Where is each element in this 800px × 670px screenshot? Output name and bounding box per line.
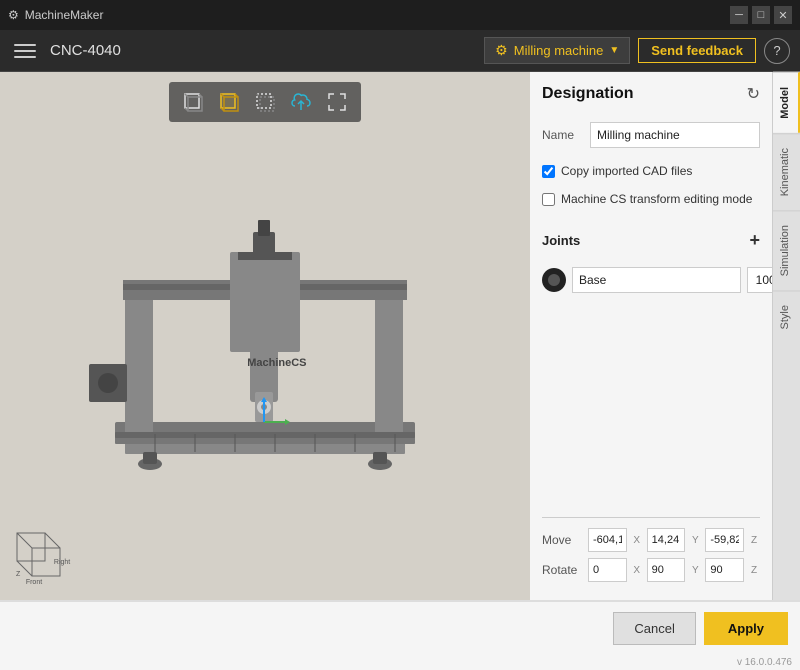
joint-row: 👁 xyxy=(542,267,760,293)
svg-text:Front: Front xyxy=(26,579,42,586)
transform-section: Move X Y Z Rotate X Y Z xyxy=(542,517,760,588)
move-label: Move xyxy=(542,533,584,547)
menubar: CNC-4040 ⚙ Milling machine ▼ Send feedba… xyxy=(0,30,800,72)
copy-cad-row: Copy imported CAD files xyxy=(542,164,760,178)
machine-selector[interactable]: ⚙ Milling machine ▼ xyxy=(484,37,630,64)
spacer xyxy=(542,303,760,507)
machine-selector-label: Milling machine xyxy=(514,43,604,58)
joint-pct-input[interactable] xyxy=(747,267,772,293)
hamburger-line xyxy=(14,44,36,46)
apply-button[interactable]: Apply xyxy=(704,612,788,645)
joint-color-indicator xyxy=(542,268,566,292)
footer: Cancel Apply v 16.0.0.476 xyxy=(0,600,800,670)
tab-model[interactable]: Model xyxy=(773,72,800,133)
name-field-row: Name xyxy=(542,122,760,148)
app-icon: ⚙ xyxy=(8,8,19,22)
rotate-row: Rotate X Y Z xyxy=(542,558,760,582)
copy-cad-checkbox[interactable] xyxy=(542,165,555,178)
machine-cs-transform-label: Machine CS transform editing mode xyxy=(561,192,752,206)
copy-cad-label: Copy imported CAD files xyxy=(561,164,692,178)
upload-cloud-button[interactable] xyxy=(285,86,317,118)
rotate-x-input[interactable] xyxy=(588,558,627,582)
joints-section-header: Joints + xyxy=(542,230,760,251)
hamburger-line xyxy=(14,56,36,58)
help-button[interactable]: ? xyxy=(764,38,790,64)
move-y-axis-label: Y xyxy=(689,535,701,546)
move-y-input[interactable] xyxy=(647,528,686,552)
joints-title: Joints xyxy=(542,233,580,248)
svg-text:Z: Z xyxy=(16,571,21,578)
rotate-y-input[interactable] xyxy=(647,558,686,582)
main-content: MachineCS Front Right Z Designation xyxy=(0,72,800,600)
project-title: CNC-4040 xyxy=(50,42,121,59)
svg-text:Right: Right xyxy=(54,559,70,566)
titlebar: ⚙ MachineMaker ─ □ ✕ xyxy=(0,0,800,30)
panel-header: Designation ↻ xyxy=(542,84,760,104)
joint-name-input[interactable] xyxy=(572,267,741,293)
version-label: v 16.0.0.476 xyxy=(0,655,800,670)
move-row: Move X Y Z xyxy=(542,528,760,552)
menubar-right: ⚙ Milling machine ▼ Send feedback ? xyxy=(484,37,790,64)
hamburger-line xyxy=(14,50,36,52)
cnc-machine-illustration xyxy=(75,192,455,512)
rotate-z-input[interactable] xyxy=(705,558,744,582)
send-feedback-button[interactable]: Send feedback xyxy=(638,38,756,63)
reset-button[interactable]: ↻ xyxy=(747,84,760,104)
move-z-input[interactable] xyxy=(705,528,744,552)
machine-cs-row: Machine CS transform editing mode xyxy=(542,192,760,206)
panel-content: Designation ↻ Name Copy imported CAD fil… xyxy=(530,72,772,600)
minimize-button[interactable]: ─ xyxy=(730,6,748,24)
add-joint-button[interactable]: + xyxy=(749,230,760,251)
name-label: Name xyxy=(542,128,582,142)
app-name: MachineMaker xyxy=(25,8,104,22)
panel-title: Designation xyxy=(542,85,634,103)
titlebar-controls: ─ □ ✕ xyxy=(730,6,792,24)
side-panel: Designation ↻ Name Copy imported CAD fil… xyxy=(530,72,800,600)
footer-buttons: Cancel Apply xyxy=(0,601,800,655)
tab-simulation[interactable]: Simulation xyxy=(773,210,800,290)
rotate-z-axis-label: Z xyxy=(748,565,760,576)
move-x-axis-label: X xyxy=(631,535,643,546)
cancel-button[interactable]: Cancel xyxy=(613,612,695,645)
titlebar-left: ⚙ MachineMaker xyxy=(8,8,103,22)
axis-indicator: Front Right Z xyxy=(12,528,72,588)
hamburger-menu[interactable] xyxy=(10,36,40,66)
dropdown-arrow-icon: ▼ xyxy=(609,45,619,56)
rotate-label: Rotate xyxy=(542,563,584,577)
restore-button[interactable]: □ xyxy=(752,6,770,24)
name-input[interactable] xyxy=(590,122,760,148)
rotate-x-axis-label: X xyxy=(631,565,643,576)
view-front-button[interactable] xyxy=(177,86,209,118)
tab-strip: Model Kinematic Simulation Style xyxy=(772,72,800,600)
tab-kinematic[interactable]: Kinematic xyxy=(773,133,800,210)
machine-cs-checkbox[interactable] xyxy=(542,193,555,206)
view-isometric-button[interactable] xyxy=(213,86,245,118)
maximize-view-button[interactable] xyxy=(321,86,353,118)
move-x-input[interactable] xyxy=(588,528,627,552)
tab-style[interactable]: Style xyxy=(773,290,800,343)
rotate-y-axis-label: Y xyxy=(689,565,701,576)
toolbar xyxy=(169,82,361,122)
view-wireframe-button[interactable] xyxy=(249,86,281,118)
close-button[interactable]: ✕ xyxy=(774,6,792,24)
machine-icon: ⚙ xyxy=(495,42,508,59)
viewport[interactable]: MachineCS Front Right Z xyxy=(0,72,530,600)
move-z-axis-label: Z xyxy=(748,535,760,546)
